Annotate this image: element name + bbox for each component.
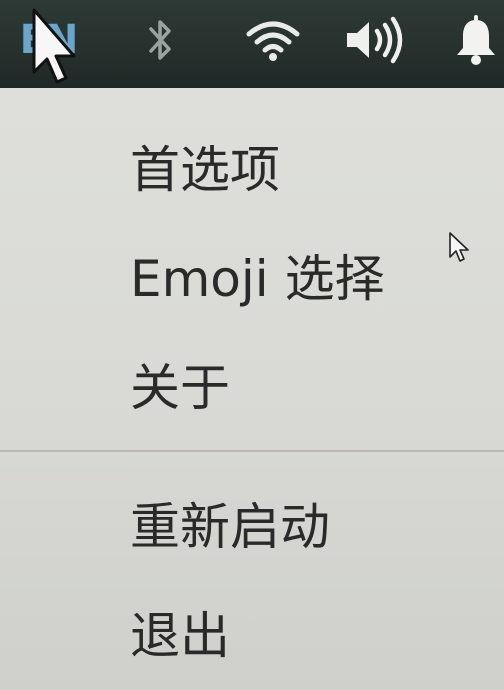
menu-item-label: 重新启动 (130, 498, 330, 556)
bluetooth-icon[interactable] (130, 10, 190, 70)
menu-item-emoji-picker[interactable]: Emoji 选择 (0, 225, 504, 325)
wifi-icon[interactable] (238, 10, 308, 70)
volume-icon[interactable] (340, 10, 412, 70)
mouse-pointer-icon (448, 232, 470, 268)
menu-item-label: 退出 (130, 607, 230, 665)
bell-icon[interactable] (448, 10, 504, 70)
menu-item-label: 首选项 (130, 141, 280, 199)
menu-item-preferences[interactable]: 首选项 (0, 116, 504, 216)
menu-item-label: 关于 (130, 359, 230, 417)
menu-item-about[interactable]: 关于 (0, 334, 504, 434)
indicator-menu: 首选项 Emoji 选择 关于 重新启动 退出 (0, 88, 504, 690)
menu-item-restart[interactable]: 重新启动 (0, 473, 504, 573)
mouse-pointer-icon (30, 8, 78, 92)
menu-separator (0, 450, 504, 452)
menu-item-label: Emoji 选择 (130, 250, 385, 308)
menu-item-quit[interactable]: 退出 (0, 582, 504, 682)
